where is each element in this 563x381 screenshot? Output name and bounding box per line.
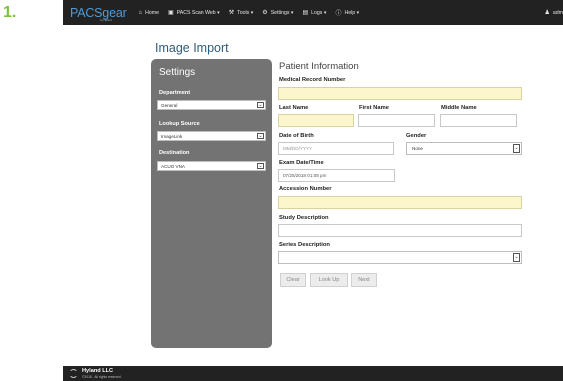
nav-user-menu[interactable]: ♟ adm xyxy=(545,0,563,25)
gear-icon: ⚙ xyxy=(262,10,268,16)
series-description-label: Series Description xyxy=(279,242,330,248)
middle-name-input[interactable] xyxy=(440,114,517,127)
chevron-down-icon: ⌄ xyxy=(257,101,264,108)
footer-copyright: ©2018 . All rights reserved. xyxy=(82,375,122,379)
study-description-input[interactable] xyxy=(278,224,522,237)
lookup-button[interactable]: Look Up xyxy=(310,273,348,287)
gender-value: None xyxy=(412,146,423,151)
top-navbar: PACSgear by Hyland ⌂ Home ▣ PACS Scan We… xyxy=(63,0,563,25)
destination-label: Destination xyxy=(159,150,190,156)
lookup-source-value: ImageLink xyxy=(161,133,183,139)
nav-pacs-scan-web-label: PACS Scan Web ▾ xyxy=(176,9,220,16)
lookup-source-label: Lookup Source xyxy=(159,121,200,127)
gender-select[interactable]: None ⌄ xyxy=(406,142,522,155)
chevron-down-icon: ⌄ xyxy=(257,162,264,169)
wrench-icon: ⚒ xyxy=(228,10,235,16)
nav-tools-label: Tools ▾ xyxy=(237,9,254,16)
chevron-down-icon: ⌄ xyxy=(513,253,520,262)
department-value: General xyxy=(161,102,178,108)
lookup-source-select[interactable]: ImageLink ⌄ xyxy=(157,131,266,141)
home-icon: ⌂ xyxy=(138,9,143,16)
gender-label: Gender xyxy=(406,133,427,139)
exam-datetime-input[interactable]: 07/25/2018 01:08 pm xyxy=(278,169,395,182)
logo-subtitle: by Hyland xyxy=(100,17,112,22)
last-name-label: Last Name xyxy=(279,105,309,111)
exam-datetime-label: Exam Date/Time xyxy=(279,160,324,166)
nav-home[interactable]: ⌂ Home xyxy=(139,10,159,16)
last-name-input[interactable] xyxy=(278,114,354,127)
nav-settings[interactable]: ⚙ Settings ▾ xyxy=(262,9,294,17)
chevron-down-icon: ⌄ xyxy=(257,132,264,139)
nav-logs[interactable]: ▤ Logs ▾ xyxy=(302,9,327,17)
footer-company: Hyland LLC xyxy=(82,368,114,374)
chevron-down-icon: ⌄ xyxy=(513,144,520,153)
accession-label: Accession Number xyxy=(279,186,332,192)
department-label: Department xyxy=(159,90,191,96)
step-number: 1. xyxy=(3,4,17,21)
next-button[interactable]: Next xyxy=(351,273,377,287)
nav-settings-label: Settings ▾ xyxy=(270,9,294,16)
nav-help[interactable]: ⓘ Help ▾ xyxy=(335,8,360,18)
nav-tools[interactable]: ⚒ Tools ▾ xyxy=(228,9,254,17)
department-select[interactable]: General ⌄ xyxy=(157,100,266,110)
nav-home-label: Home xyxy=(145,9,159,16)
logo-text: PACSgear xyxy=(70,5,127,20)
accession-input[interactable] xyxy=(278,196,522,209)
clear-button[interactable]: Clear xyxy=(280,273,306,287)
series-description-select[interactable]: ⌄ xyxy=(278,251,522,264)
settings-title: Settings xyxy=(159,67,196,78)
hyland-logo-icon xyxy=(69,369,78,378)
pacsgear-logo[interactable]: PACSgear by Hyland xyxy=(70,5,127,22)
nav-pacs-scan-web[interactable]: ▣ PACS Scan Web ▾ xyxy=(168,9,220,17)
mrn-input[interactable] xyxy=(278,87,522,100)
destination-select[interactable]: ACUO VNA ⌄ xyxy=(157,161,266,171)
settings-panel: Settings Department General ⌄ Lookup Sou… xyxy=(151,59,272,348)
mrn-label: Medical Record Number xyxy=(279,77,346,83)
patient-information-title: Patient Information xyxy=(279,61,359,72)
dob-input[interactable]: MM/DD/YYYY xyxy=(278,142,394,155)
study-description-label: Study Description xyxy=(279,215,329,221)
book-icon: ▤ xyxy=(302,10,309,16)
page-title: Image Import xyxy=(155,41,229,55)
user-icon: ♟ xyxy=(544,10,550,16)
help-icon: ⓘ xyxy=(335,11,342,17)
nav-help-label: Help ▾ xyxy=(344,9,360,16)
first-name-input[interactable] xyxy=(358,114,435,127)
destination-value: ACUO VNA xyxy=(161,163,185,169)
camera-icon: ▣ xyxy=(168,10,174,16)
first-name-label: First Name xyxy=(359,105,389,111)
nav-logs-label: Logs ▾ xyxy=(311,9,327,16)
dob-label: Date of Birth xyxy=(279,133,314,139)
middle-name-label: Middle Name xyxy=(441,105,477,111)
footer: Hyland LLC ©2018 . All rights reserved. xyxy=(63,366,563,381)
nav-user-label: adm xyxy=(552,9,563,16)
